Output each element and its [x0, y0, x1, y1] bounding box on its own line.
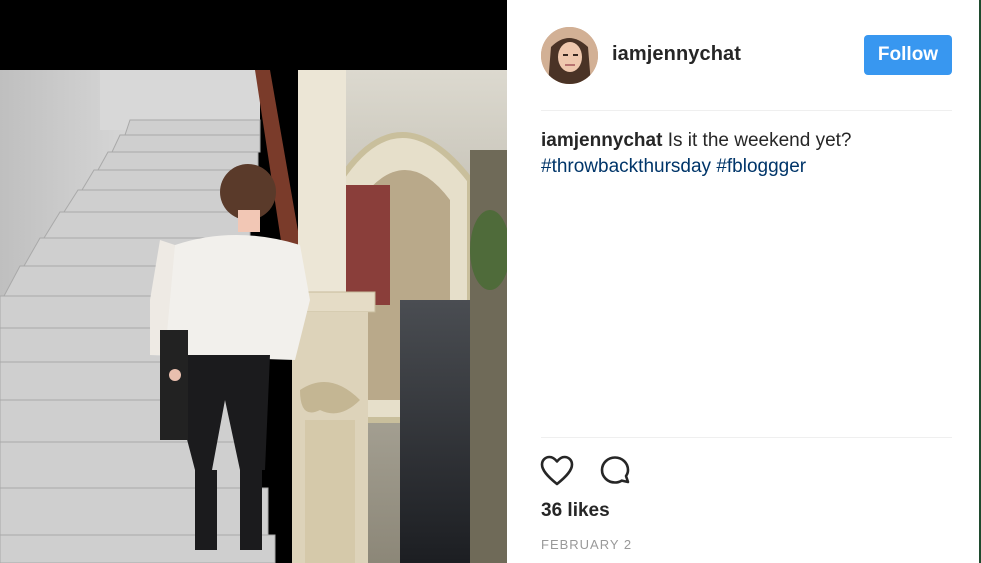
- heart-icon: [540, 455, 574, 486]
- post-date[interactable]: FEBRUARY 2: [541, 537, 632, 552]
- comment-icon: [600, 456, 630, 484]
- post-caption: iamjennychat Is it the weekend yet? #thr…: [541, 128, 951, 180]
- likes-count[interactable]: 36 likes: [541, 500, 610, 522]
- post-photo-image: [0, 0, 507, 563]
- avatar-image: [541, 27, 598, 84]
- actions-divider: [541, 437, 952, 438]
- caption-username-link[interactable]: iamjennychat: [541, 130, 662, 151]
- hashtag-link[interactable]: #throwbackthursday: [541, 156, 711, 177]
- like-button[interactable]: [540, 455, 574, 487]
- post-sidebar: iamjennychat Follow iamjennychat Is it t…: [507, 0, 981, 563]
- caption-text: Is it the weekend yet?: [662, 130, 852, 151]
- hashtag-link[interactable]: #fbloggger: [716, 156, 806, 177]
- avatar[interactable]: [541, 27, 598, 84]
- post-photo[interactable]: [0, 0, 507, 563]
- username-link[interactable]: iamjennychat: [612, 43, 741, 66]
- follow-button[interactable]: Follow: [864, 35, 952, 75]
- header-divider: [541, 110, 952, 111]
- comment-button[interactable]: [599, 455, 631, 487]
